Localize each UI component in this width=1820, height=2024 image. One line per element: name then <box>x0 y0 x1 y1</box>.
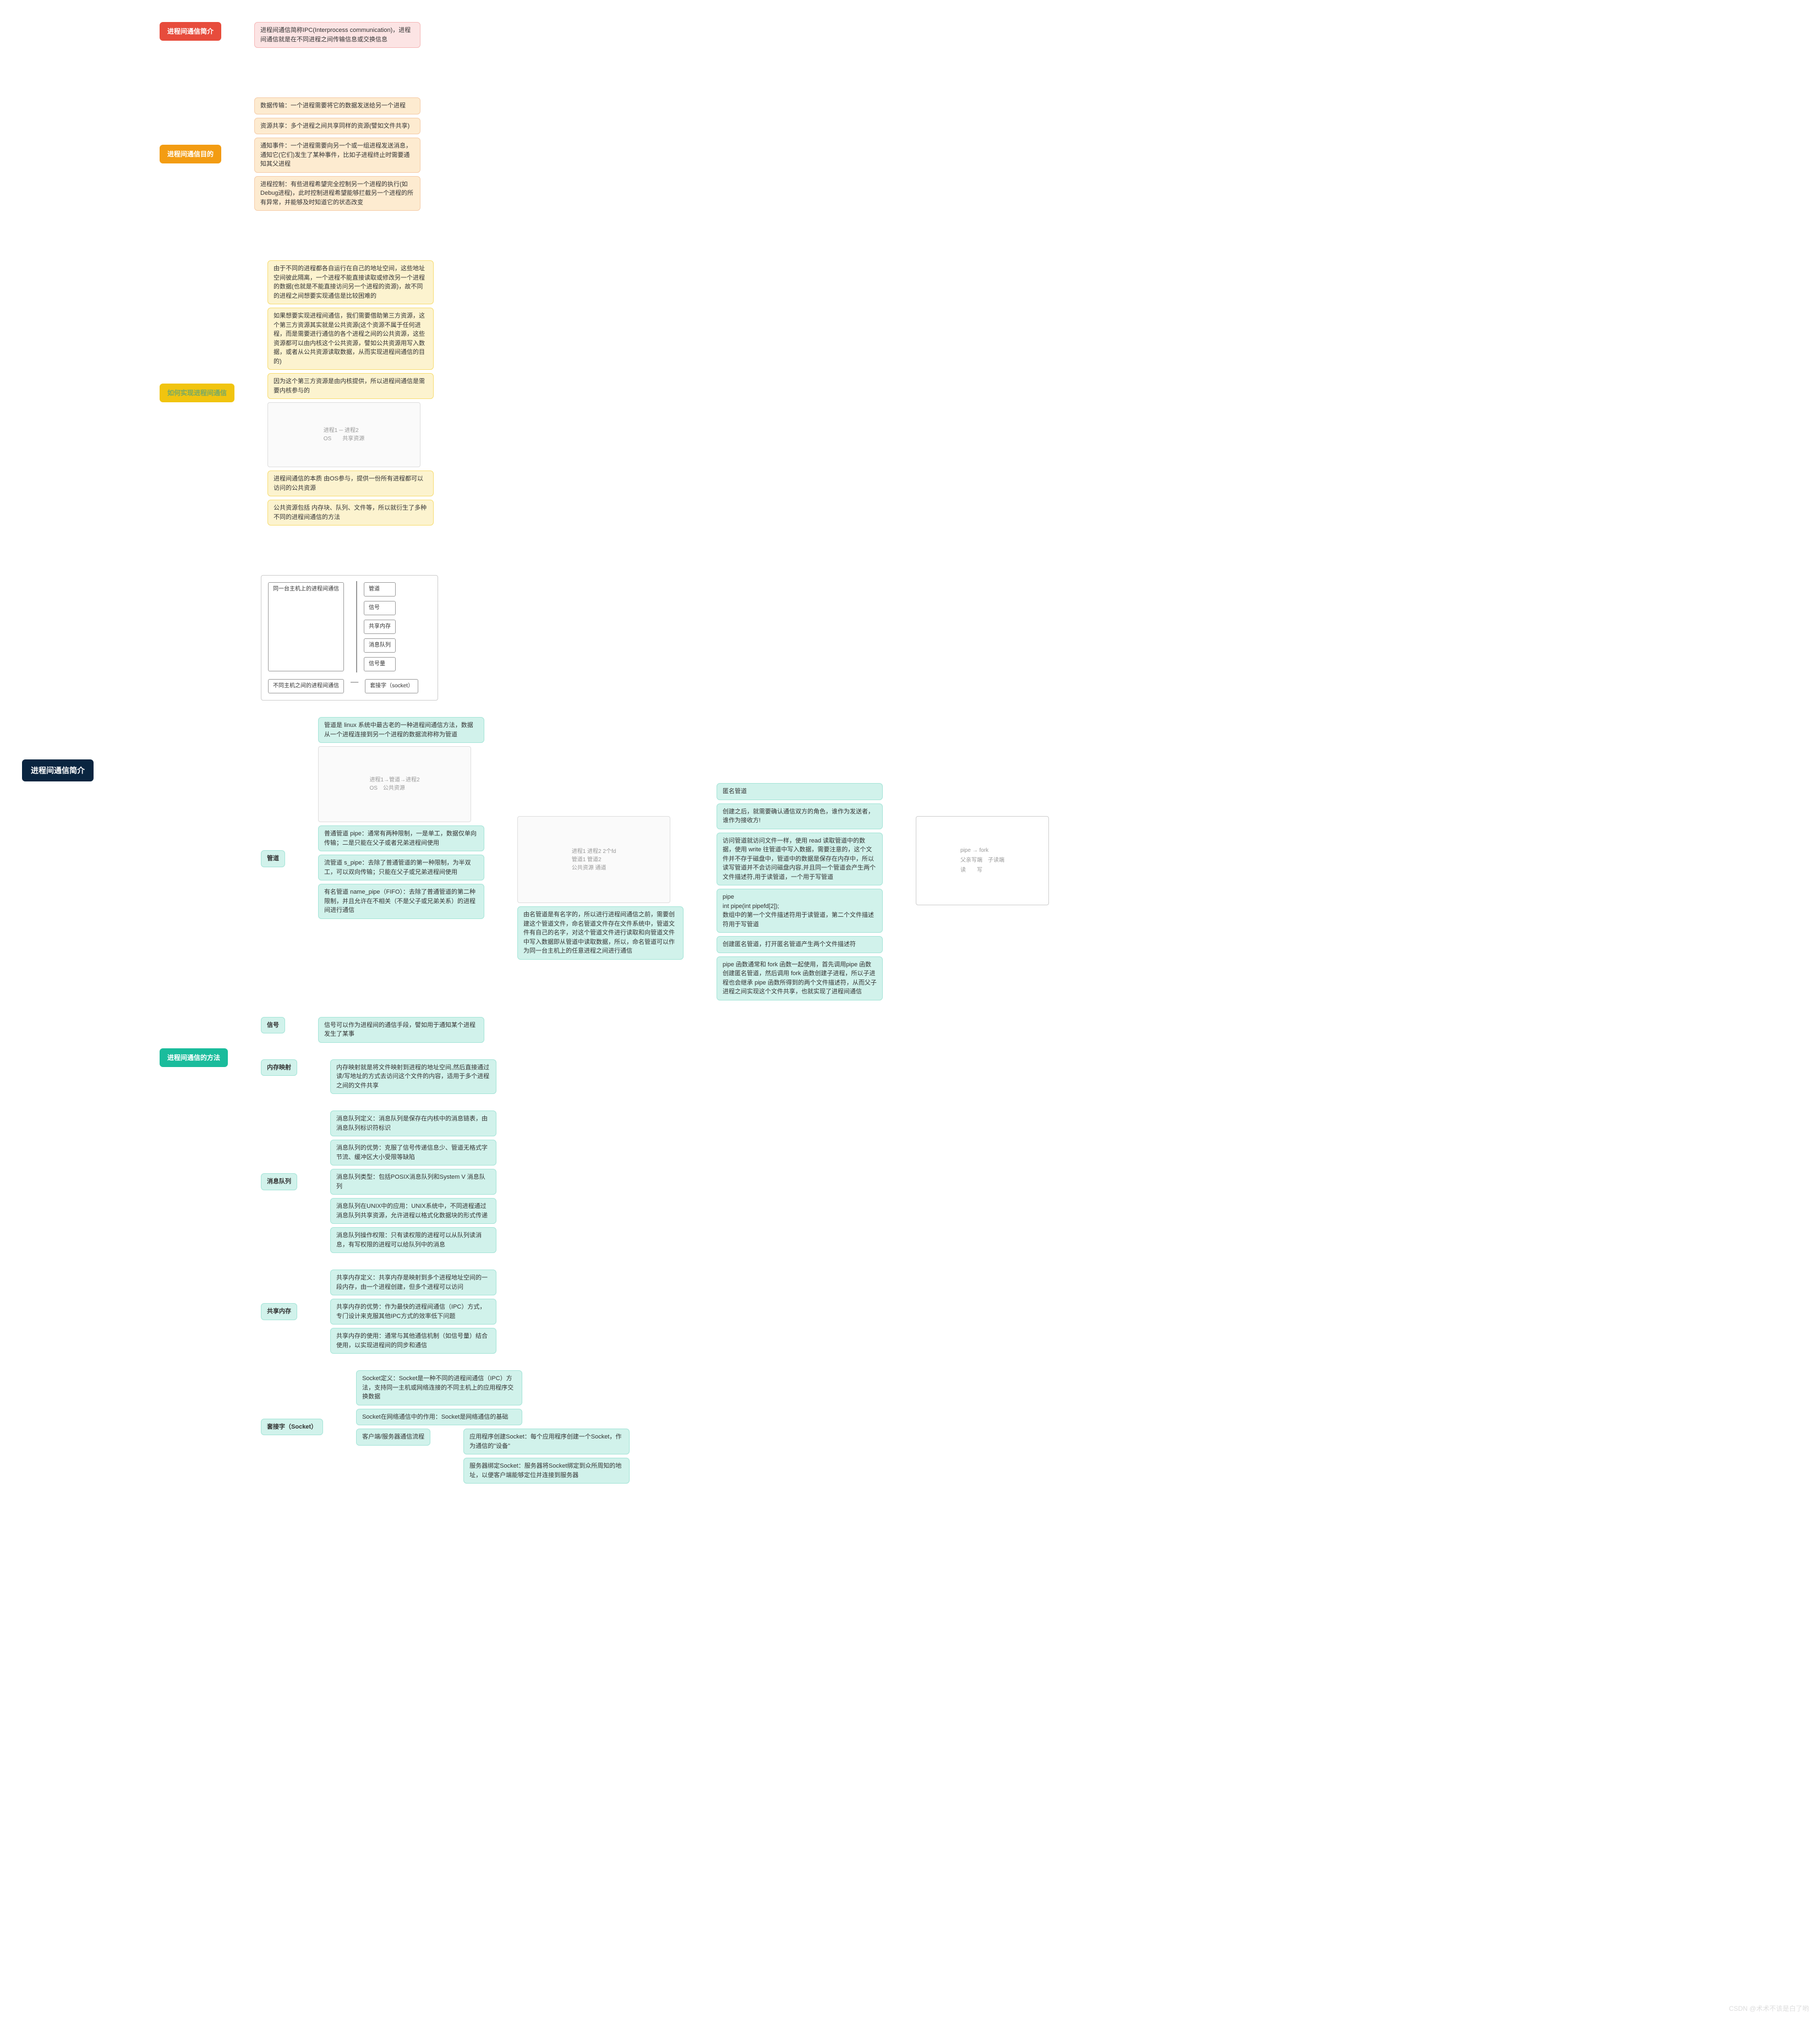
sock-cs2: 服务器绑定Socket：服务器将Socket绑定到众所周知的地址，以便客户端能够… <box>463 1458 630 1484</box>
pipe-l1: 管道是 linux 系统中最古老的一种进程间通信方法，数据从一个进程连接到另一个… <box>318 717 484 743</box>
pipe-title: 管道 <box>261 850 285 867</box>
socket-section: 套接字（Socket） Socket定义：Socket是一种不同的进程间通信（I… <box>261 1370 1049 1484</box>
pipe-fork-sketch: pipe → fork父亲写端 子读端读 写 <box>916 816 1049 905</box>
b2-l2: 资源共享：多个进程之间共享同样的资源(譬如文件共享) <box>254 118 420 135</box>
b1-title: 进程间通信简介 <box>160 22 221 41</box>
b3-l4: 进程间通信的本质 由OS参与，提供一份所有进程都可以访问的公共资源 <box>267 471 434 496</box>
mmap-l: 内存映射就是将文件映射到进程的地址空间,然后直接通过读/写地址的方式去访问这个文… <box>330 1059 496 1095</box>
b3-l3: 因为这个第三方资源是由内核提供，所以进程间通信是需要内核参与的 <box>267 373 434 399</box>
shm-l1: 共享内存定义：共享内存是映射到多个进程地址空间的一段内存，由一个进程创建，但多个… <box>330 1270 496 1295</box>
mq-l1: 消息队列定义：消息队列是保存在内核中的消息链表，由消息队列标识符标识 <box>330 1111 496 1136</box>
b2-l3: 通知事件：一个进程需要向另一个或一组进程发送消息，通知它(它们)发生了某种事件，… <box>254 138 420 173</box>
b3-l5: 公共资源包括 内存块、队列、文件等，所以就衍生了多种不同的进程间通信的方法 <box>267 500 434 526</box>
branch-intro: 进程间通信简介 进程间通信简称IPC(Interprocess communic… <box>160 22 1049 48</box>
b1-leaf: 进程间通信简称IPC(Interprocess communication)，进… <box>254 22 420 48</box>
watermark: CSDN @术术不该是白了哟 <box>1729 2004 1809 2013</box>
shm-title: 共享内存 <box>261 1303 297 1320</box>
sock-l2: Socket在网络通信中的作用：Socket是网络通信的基础 <box>356 1409 522 1426</box>
b3-l2: 如果想要实现进程间通信，我们需要借助第三方资源，这个第三方资源其实就是公共资源(… <box>267 308 434 370</box>
shm-l2: 共享内存的优势：作为最快的进程间通信（IPC）方式，专门设计来克服其他IPC方式… <box>330 1299 496 1325</box>
branch-methods: 进程间通信的方法 同一台主机上的进程间通信 管道 信号 共享内存 消息队列 信号… <box>160 575 1049 1484</box>
pr-l2: 创建之后，就需要确认通信双方的角色，谁作为发送者，谁作为接收方! <box>717 803 883 829</box>
shm-section: 共享内存 共享内存定义：共享内存是映射到多个进程地址空间的一段内存，由一个进程创… <box>261 1270 1049 1354</box>
mmap-section: 内存映射 内存映射就是将文件映射到进程的地址空间,然后直接通过读/写地址的方式去… <box>261 1059 1049 1095</box>
mq-l5: 消息队列操作权限：只有读权限的进程可以从队列读消息，有写权限的进程可以给队列中的… <box>330 1227 496 1253</box>
pipe-sketch1: 进程1→管道→进程2OS 公共资源 <box>318 746 471 822</box>
pipe-l4: 有名管道 name_pipe（FIFO）：去除了普通管道的第二种限制，并且允许在… <box>318 884 484 919</box>
shm-l3: 共享内存的使用：通常与其他通信机制（如信号量）结合使用，以实现进程间的同步和通信 <box>330 1328 496 1354</box>
pipe-sketch2: 进程1 进程2 2个fd管道1 管道2公共资源 通道 <box>517 816 670 903</box>
b3-l1: 由于不同的进程都各自运行在自己的地址空间，这些地址空间彼此隔离，一个进程不能直接… <box>267 260 434 304</box>
methods-diagram: 同一台主机上的进程间通信 管道 信号 共享内存 消息队列 信号量 不同主机之间的… <box>261 575 438 701</box>
branch-purpose: 进程间通信目的 数据传输：一个进程需要将它的数据发送给另一个进程 资源共享：多个… <box>160 97 1049 211</box>
mq-section: 消息队列 消息队列定义：消息队列是保存在内核中的消息链表，由消息队列标识符标识 … <box>261 1111 1049 1253</box>
mmap-title: 内存映射 <box>261 1059 297 1076</box>
pr-l5: 创建匿名管道，打开匿名管道产生两个文件描述符 <box>717 936 883 953</box>
b2-title: 进程间通信目的 <box>160 145 221 163</box>
sock-l1: Socket定义：Socket是一种不同的进程间通信（IPC）方法，支持同一主机… <box>356 1370 522 1405</box>
mq-title: 消息队列 <box>261 1173 297 1190</box>
sock-title: 套接字（Socket） <box>261 1419 323 1436</box>
pipe-anon: 由名管道是有名字的，所以进行进程间通信之前，需要创建这个管道文件，命名管道文件存… <box>517 906 684 960</box>
pipe-section: 管道 管道是 linux 系统中最古老的一种进程间通信方法，数据从一个进程连接到… <box>261 717 1049 1000</box>
branch-howto: 如何实现进程间通信 由于不同的进程都各自运行在自己的地址空间，这些地址空间彼此隔… <box>160 260 1049 526</box>
sig-l: 信号可以作为进程间的通信手段，譬如用于通知某个进程发生了某事 <box>318 1017 484 1043</box>
pr-l4: pipe int pipe(int pipefd[2]); 数组中的第一个文件描… <box>717 889 883 933</box>
pr-l6: pipe 函数通常和 fork 函数一起使用，首先调用pipe 函数创建匿名管道… <box>717 956 883 1000</box>
mq-l4: 消息队列在UNIX中的应用：UNIX系统中，不同进程通过消息队列共享资源，允许进… <box>330 1198 496 1224</box>
b2-l1: 数据传输：一个进程需要将它的数据发送给另一个进程 <box>254 97 420 114</box>
pr-l3: 访问管道就访问文件一样，使用 read 读取管道中的数据，使用 write 往管… <box>717 833 883 886</box>
b2-l4: 进程控制：有些进程希望完全控制另一个进程的执行(如 Debug进程)，此时控制进… <box>254 176 420 211</box>
mindmap: 进程间通信简介 进程间通信简介 进程间通信简称IPC(Interprocess … <box>22 22 1820 1500</box>
sock-l3: 客户端/服务器通信流程 <box>356 1429 430 1446</box>
b3-sketch: 进程1 ─ 进程2OS 共享资源 <box>267 402 420 467</box>
sig-title: 信号 <box>261 1017 285 1034</box>
root-node: 进程间通信简介 <box>22 759 94 781</box>
pipe-l3: 流管道 s_pipe：去除了普通管道的第一种限制，为半双工，可以双向传输；只能在… <box>318 855 484 880</box>
b4-title: 进程间通信的方法 <box>160 1048 228 1067</box>
signal-section: 信号 信号可以作为进程间的通信手段，譬如用于通知某个进程发生了某事 <box>261 1017 1049 1043</box>
mq-l2: 消息队列的优势：克服了信号传递信息少、管道无格式字节流、缓冲区大小受限等缺陷 <box>330 1140 496 1166</box>
sock-cs1: 应用程序创建Socket：每个应用程序创建一个Socket，作为通信的"设备" <box>463 1429 630 1454</box>
pipe-l2: 普通管道 pipe：通常有两种限制，一是单工，数据仅单向传输；二是只能在父子或者… <box>318 825 484 851</box>
b3-title: 如何实现进程间通信 <box>160 384 234 402</box>
pr-l1: 匿名管道 <box>717 783 883 800</box>
mq-l3: 消息队列类型：包括POSIX消息队列和System V 消息队列 <box>330 1169 496 1195</box>
